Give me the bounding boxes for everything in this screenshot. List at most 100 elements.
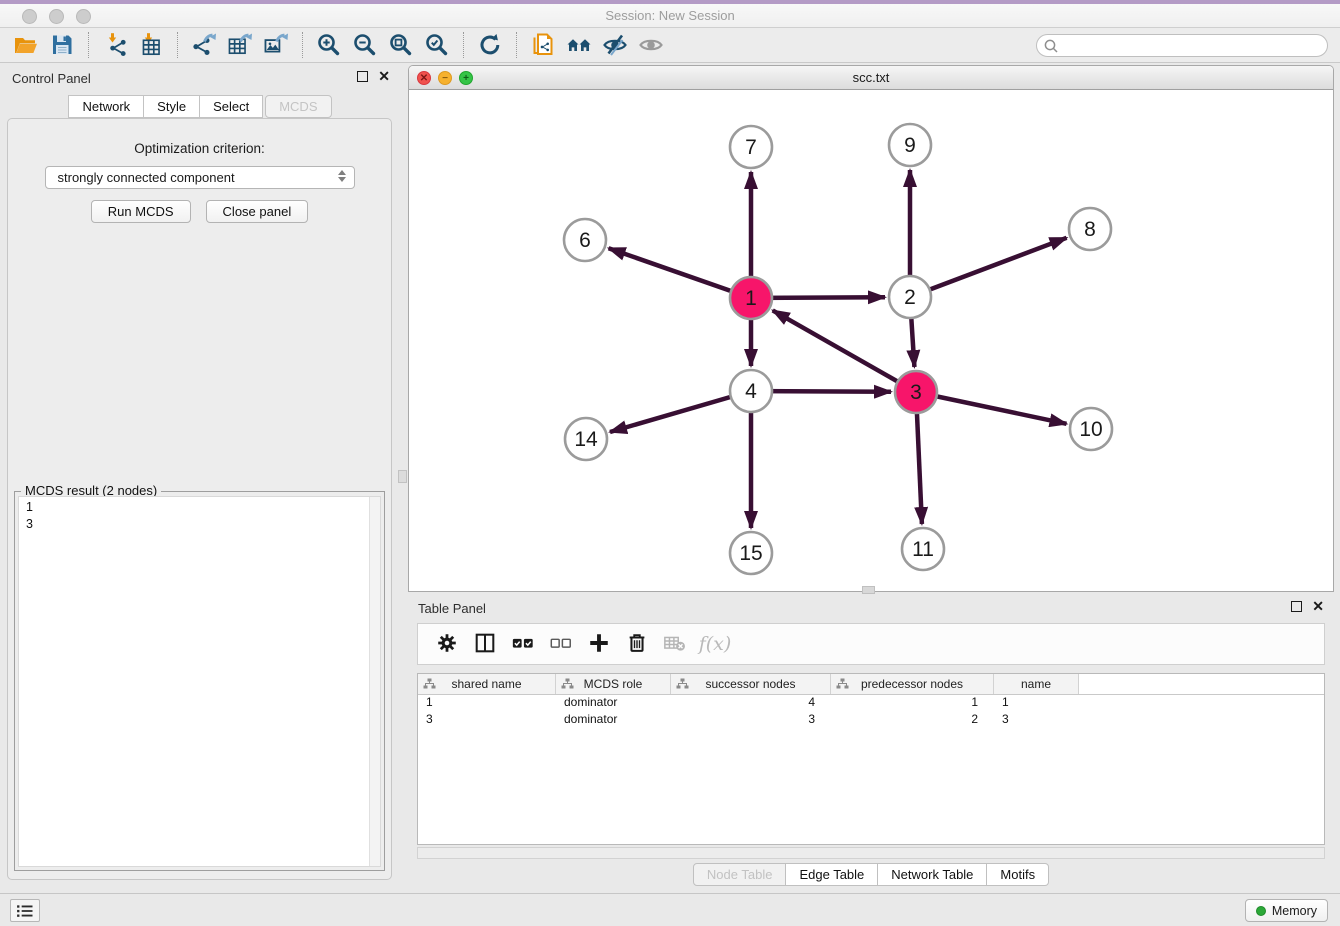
tab-style[interactable]: Style [144,95,200,118]
export-image-icon [263,32,289,58]
node-10[interactable]: 10 [1070,408,1112,450]
node-7[interactable]: 7 [730,126,772,168]
edge-3-10[interactable] [916,392,1067,424]
criterion-dropdown-value: strongly connected component [58,170,235,185]
table-toolbar: f(x) [417,623,1325,665]
export-image-button[interactable] [258,30,294,60]
save-session-button[interactable] [44,30,80,60]
horizontal-split-grip[interactable] [862,586,875,594]
node-label: 14 [574,428,598,451]
table-cell: 3 [671,712,831,729]
column-header-shared-name[interactable]: shared name [418,674,556,694]
table-cell: 1 [831,695,994,712]
toolbar-separator [463,32,464,58]
node-1[interactable]: 1 [730,277,772,319]
tab-motifs[interactable]: Motifs [987,863,1049,886]
show-eye-icon [638,32,664,58]
column-tree-icon [676,678,689,690]
node-14[interactable]: 14 [565,418,607,460]
node-3[interactable]: 3 [895,371,937,413]
node-label: 7 [745,136,757,159]
hide-eye-button[interactable] [597,30,633,60]
select-all-checks-icon [511,631,535,658]
column-header-successor-nodes[interactable]: successor nodes [671,674,831,694]
network-canvas[interactable]: 7 9 6 8 1 2 4 3 14 10 15 11 [409,90,1333,591]
show-eye-button[interactable] [633,30,669,60]
table-cell: 1 [418,695,556,712]
mcds-result-group: MCDS result (2 nodes) 13 [14,491,385,871]
node-4[interactable]: 4 [730,370,772,412]
table-settings-gear-button[interactable] [430,628,464,660]
delete-table-icon [663,631,687,658]
column-tree-icon [561,678,574,690]
select-all-checks-button[interactable] [506,628,540,660]
tab-node-table[interactable]: Node Table [693,863,787,886]
table-row[interactable]: 1dominator411 [418,695,1324,712]
network-view-window: ✕ − + scc.txt 7 9 6 8 1 2 4 3 14 10 15 11 [408,65,1334,592]
table-tabs: Node TableEdge TableNetwork TableMotifs [408,863,1334,886]
edge-2-8[interactable] [910,238,1067,297]
home-button[interactable] [561,30,597,60]
node-11[interactable]: 11 [902,528,944,570]
zoom-out-button[interactable] [347,30,383,60]
column-label: name [1021,677,1051,691]
delete-table-button [658,628,692,660]
table-float-panel-icon[interactable] [1291,601,1302,612]
column-layout-button[interactable] [468,628,502,660]
column-header-predecessor-nodes[interactable]: predecessor nodes [831,674,994,694]
edge-3-1[interactable] [773,310,916,392]
table-row[interactable]: 3dominator323 [418,712,1324,729]
home-icon [566,32,592,58]
control-panel-tabs: NetworkStyleSelectMCDS [0,95,400,118]
tab-edge-table[interactable]: Edge Table [786,863,878,886]
close-panel-icon[interactable]: ✕ [378,71,390,82]
column-header-MCDS-role[interactable]: MCDS role [556,674,671,694]
close-panel-button[interactable]: Close panel [206,200,309,223]
hide-eye-icon [602,32,628,58]
control-panel-title: Control Panel [12,71,91,86]
mcds-result-textarea[interactable]: 13 [18,496,381,867]
run-mcds-button[interactable]: Run MCDS [91,200,191,223]
copy-network-icon [530,32,556,58]
float-panel-icon[interactable] [357,71,368,82]
network-window-titlebar[interactable]: ✕ − + scc.txt [409,66,1333,90]
status-bar: Memory [0,893,1340,926]
open-file-button[interactable] [8,30,44,60]
search-input[interactable] [1036,34,1328,57]
zoom-fit-button[interactable] [383,30,419,60]
memory-button[interactable]: Memory [1245,899,1328,922]
delete-row-button[interactable] [620,628,654,660]
criterion-dropdown[interactable]: strongly connected component [45,166,355,189]
zoom-selected-button[interactable] [419,30,455,60]
export-table-button[interactable] [222,30,258,60]
node-2[interactable]: 2 [889,276,931,318]
tab-network-table[interactable]: Network Table [878,863,987,886]
node-label: 10 [1079,418,1102,441]
node-8[interactable]: 8 [1069,208,1111,250]
node-6[interactable]: 6 [564,219,606,261]
tab-mcds[interactable]: MCDS [265,95,331,118]
import-table-button[interactable] [133,30,169,60]
result-scrollbar[interactable] [369,497,380,866]
add-row-button[interactable] [582,628,616,660]
refresh-layout-button[interactable] [472,30,508,60]
control-panel: Control Panel ✕ NetworkStyleSelectMCDS O… [0,63,400,893]
table-close-panel-icon[interactable]: ✕ [1312,601,1324,612]
tab-select[interactable]: Select [200,95,263,118]
node-9[interactable]: 9 [889,124,931,166]
task-history-button[interactable] [10,899,40,922]
node-label: 1 [745,287,757,310]
copy-network-button[interactable] [525,30,561,60]
delete-row-icon [625,631,649,658]
tab-network[interactable]: Network [68,95,144,118]
import-network-button[interactable] [97,30,133,60]
node-label: 11 [912,538,934,561]
deselect-all-checks-button[interactable] [544,628,578,660]
node-15[interactable]: 15 [730,532,772,574]
table-horizontal-scrollbar[interactable] [417,847,1325,859]
vertical-split-grip[interactable] [398,470,407,483]
column-header-name[interactable]: name [994,674,1079,694]
zoom-in-button[interactable] [311,30,347,60]
edge-1-6[interactable] [609,248,751,298]
export-network-button[interactable] [186,30,222,60]
